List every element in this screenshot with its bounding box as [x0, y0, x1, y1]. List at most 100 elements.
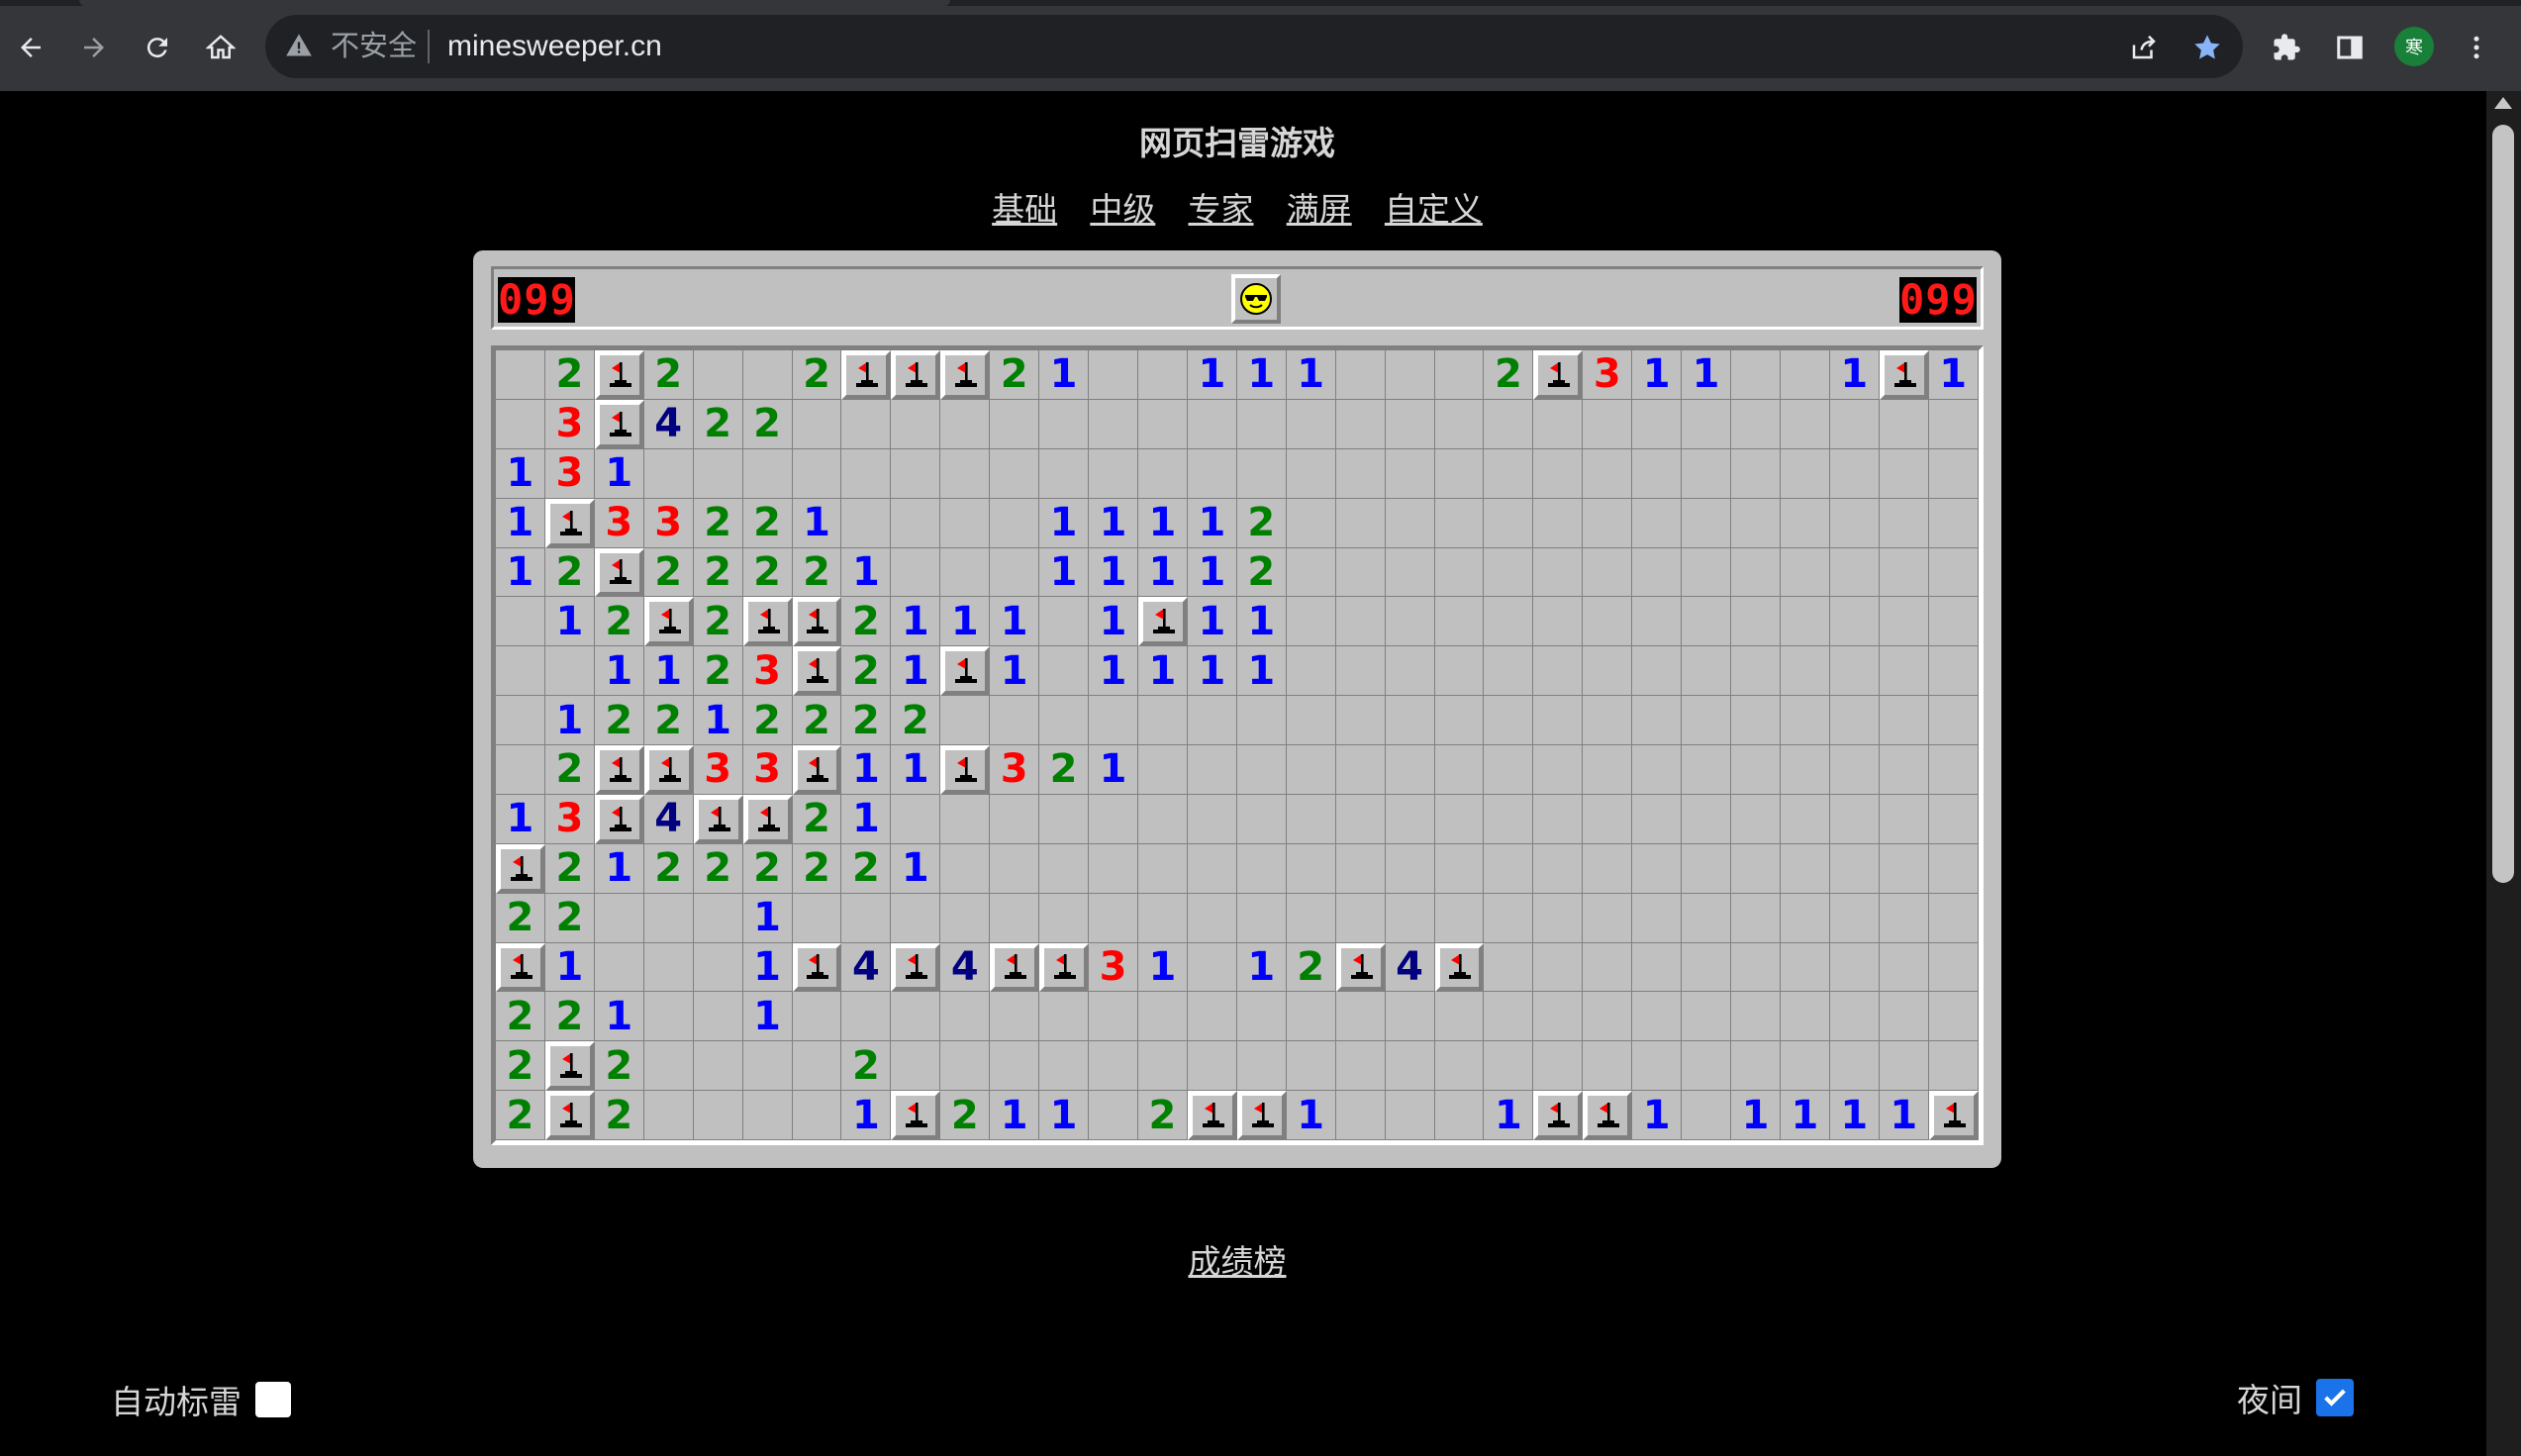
number-cell[interactable]: 2	[742, 843, 793, 894]
empty-cell[interactable]	[841, 399, 892, 449]
empty-cell[interactable]	[1682, 448, 1732, 499]
empty-cell[interactable]	[1286, 745, 1336, 795]
number-cell[interactable]: 2	[544, 350, 595, 400]
flagged-cell[interactable]	[1583, 1091, 1633, 1140]
empty-cell[interactable]	[1385, 597, 1435, 647]
number-cell[interactable]: 1	[1286, 1091, 1336, 1140]
empty-cell[interactable]	[1137, 794, 1188, 844]
empty-cell[interactable]	[1137, 448, 1188, 499]
empty-cell[interactable]	[1385, 843, 1435, 894]
flagged-cell[interactable]	[496, 843, 545, 894]
empty-cell[interactable]	[1286, 1041, 1336, 1092]
number-cell[interactable]: 2	[1484, 350, 1534, 400]
empty-cell[interactable]	[1484, 794, 1534, 844]
empty-cell[interactable]	[1928, 696, 1979, 745]
empty-cell[interactable]	[1829, 448, 1880, 499]
empty-cell[interactable]	[1682, 597, 1732, 647]
empty-cell[interactable]	[496, 399, 545, 449]
empty-cell[interactable]	[1286, 448, 1336, 499]
empty-cell[interactable]	[1682, 547, 1732, 598]
empty-cell[interactable]	[496, 745, 545, 795]
empty-cell[interactable]	[1137, 893, 1188, 943]
empty-cell[interactable]	[1583, 597, 1633, 647]
empty-cell[interactable]	[544, 646, 595, 697]
empty-cell[interactable]	[1829, 745, 1880, 795]
empty-cell[interactable]	[1583, 448, 1633, 499]
empty-cell[interactable]	[1928, 597, 1979, 647]
empty-cell[interactable]	[1089, 696, 1138, 745]
empty-cell[interactable]	[496, 350, 545, 400]
flagged-cell[interactable]	[792, 942, 842, 993]
empty-cell[interactable]	[841, 448, 892, 499]
number-cell[interactable]: 2	[1137, 1091, 1188, 1140]
flagged-cell[interactable]	[594, 399, 644, 449]
empty-cell[interactable]	[1187, 399, 1237, 449]
number-cell[interactable]: 1	[496, 498, 545, 548]
empty-cell[interactable]	[643, 992, 694, 1042]
mine-board[interactable]: 2222111123111134221311332211111212222211…	[491, 345, 1984, 1145]
number-cell[interactable]: 1	[1089, 646, 1138, 697]
share-icon[interactable]	[2120, 24, 2168, 71]
empty-cell[interactable]	[1335, 547, 1386, 598]
empty-cell[interactable]	[1335, 893, 1386, 943]
empty-cell[interactable]	[1385, 992, 1435, 1042]
number-cell[interactable]: 1	[544, 597, 595, 647]
auto-flag-option[interactable]: 自动标雷	[111, 1376, 291, 1423]
empty-cell[interactable]	[1780, 794, 1830, 844]
empty-cell[interactable]	[1533, 547, 1584, 598]
empty-cell[interactable]	[1879, 794, 1929, 844]
number-cell[interactable]: 2	[841, 696, 892, 745]
number-cell[interactable]: 2	[594, 1041, 644, 1092]
empty-cell[interactable]	[1583, 1041, 1633, 1092]
empty-cell[interactable]	[1434, 745, 1485, 795]
empty-cell[interactable]	[1187, 942, 1237, 993]
level-link-fullscreen[interactable]: 满屏	[1287, 191, 1352, 228]
number-cell[interactable]: 1	[496, 794, 545, 844]
empty-cell[interactable]	[1286, 843, 1336, 894]
empty-cell[interactable]	[693, 942, 743, 993]
flagged-cell[interactable]	[594, 350, 644, 400]
empty-cell[interactable]	[594, 893, 644, 943]
flagged-cell[interactable]	[940, 350, 991, 400]
empty-cell[interactable]	[1286, 498, 1336, 548]
empty-cell[interactable]	[990, 1041, 1040, 1092]
empty-cell[interactable]	[1632, 745, 1683, 795]
number-cell[interactable]: 1	[1137, 646, 1188, 697]
number-cell[interactable]: 1	[1039, 1091, 1090, 1140]
flagged-cell[interactable]	[594, 745, 644, 795]
empty-cell[interactable]	[1286, 794, 1336, 844]
number-cell[interactable]: 2	[693, 646, 743, 697]
flagged-cell[interactable]	[1928, 1091, 1979, 1140]
number-cell[interactable]: 2	[792, 794, 842, 844]
empty-cell[interactable]	[940, 992, 991, 1042]
flagged-cell[interactable]	[643, 597, 694, 647]
empty-cell[interactable]	[1731, 794, 1781, 844]
number-cell[interactable]: 1	[841, 794, 892, 844]
empty-cell[interactable]	[1089, 794, 1138, 844]
empty-cell[interactable]	[1682, 745, 1732, 795]
empty-cell[interactable]	[1385, 646, 1435, 697]
number-cell[interactable]: 1	[693, 696, 743, 745]
empty-cell[interactable]	[1780, 992, 1830, 1042]
number-cell[interactable]: 2	[693, 547, 743, 598]
reload-icon[interactable]	[133, 23, 182, 72]
number-cell[interactable]: 1	[990, 597, 1040, 647]
empty-cell[interactable]	[1731, 942, 1781, 993]
empty-cell[interactable]	[1335, 794, 1386, 844]
flagged-cell[interactable]	[594, 794, 644, 844]
empty-cell[interactable]	[1385, 399, 1435, 449]
number-cell[interactable]: 2	[544, 893, 595, 943]
empty-cell[interactable]	[1928, 1041, 1979, 1092]
empty-cell[interactable]	[1533, 794, 1584, 844]
empty-cell[interactable]	[1583, 992, 1633, 1042]
empty-cell[interactable]	[1780, 498, 1830, 548]
number-cell[interactable]: 1	[594, 646, 644, 697]
empty-cell[interactable]	[940, 843, 991, 894]
empty-cell[interactable]	[1434, 1091, 1485, 1140]
empty-cell[interactable]	[1385, 745, 1435, 795]
number-cell[interactable]: 2	[643, 843, 694, 894]
scrollbar-thumb[interactable]	[2492, 125, 2514, 883]
number-cell[interactable]: 1	[742, 942, 793, 993]
empty-cell[interactable]	[742, 350, 793, 400]
empty-cell[interactable]	[1928, 992, 1979, 1042]
